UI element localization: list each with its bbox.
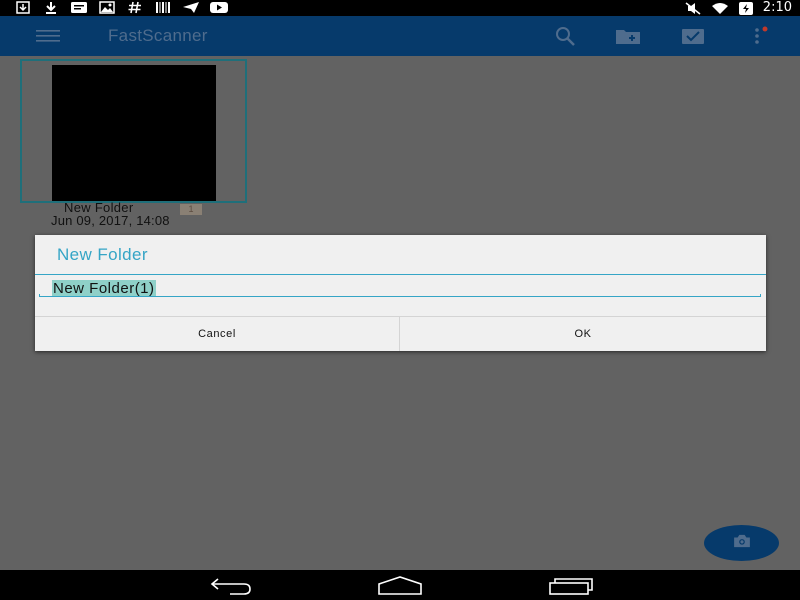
- download-icon: [42, 1, 60, 14]
- message-icon: [70, 1, 88, 14]
- dialog-title: New Folder: [57, 245, 148, 264]
- folder-date: Jun 09, 2017, 14:08: [51, 213, 170, 228]
- barcode-icon: [154, 1, 172, 14]
- notification-icons: [14, 1, 228, 14]
- home-icon[interactable]: [375, 574, 425, 596]
- cancel-button[interactable]: Cancel: [35, 317, 399, 351]
- search-icon[interactable]: [552, 24, 578, 48]
- send-icon: [182, 1, 200, 14]
- new-folder-icon[interactable]: [615, 24, 641, 48]
- input-underline: [39, 294, 761, 297]
- download-box-icon: [14, 1, 32, 14]
- hash-icon: [126, 1, 144, 14]
- status-bar: 2:10: [0, 0, 800, 16]
- new-folder-dialog: New Folder New Folder(1) Cancel OK: [35, 235, 766, 351]
- clock: 2:10: [762, 0, 792, 15]
- app-bar: FastScanner: [0, 16, 800, 56]
- hamburger-menu-icon[interactable]: [34, 28, 62, 44]
- camera-icon: [732, 534, 752, 553]
- select-icon[interactable]: [680, 24, 706, 48]
- ok-button[interactable]: OK: [400, 317, 766, 351]
- back-icon[interactable]: [204, 574, 254, 596]
- folder-thumbnail[interactable]: [20, 59, 247, 203]
- camera-fab-button[interactable]: [704, 525, 779, 561]
- overflow-menu-icon[interactable]: [748, 24, 770, 48]
- folder-preview-image: [52, 65, 216, 201]
- dialog-title-divider: [35, 274, 766, 275]
- battery-icon: [737, 1, 755, 15]
- folder-grid: New Folder 1 Jun 09, 2017, 14:08 New Fol…: [0, 56, 800, 570]
- app-title: FastScanner: [108, 26, 208, 45]
- wifi-icon: [711, 2, 729, 15]
- folder-count-badge: 1: [180, 204, 202, 215]
- photo-icon: [98, 1, 116, 14]
- recents-icon[interactable]: [546, 574, 596, 596]
- youtube-icon: [210, 1, 228, 14]
- mute-icon: [685, 1, 703, 15]
- navigation-bar: [0, 570, 800, 600]
- system-icons: 2:10: [685, 0, 792, 16]
- selected-text: New Folder(1): [52, 280, 156, 297]
